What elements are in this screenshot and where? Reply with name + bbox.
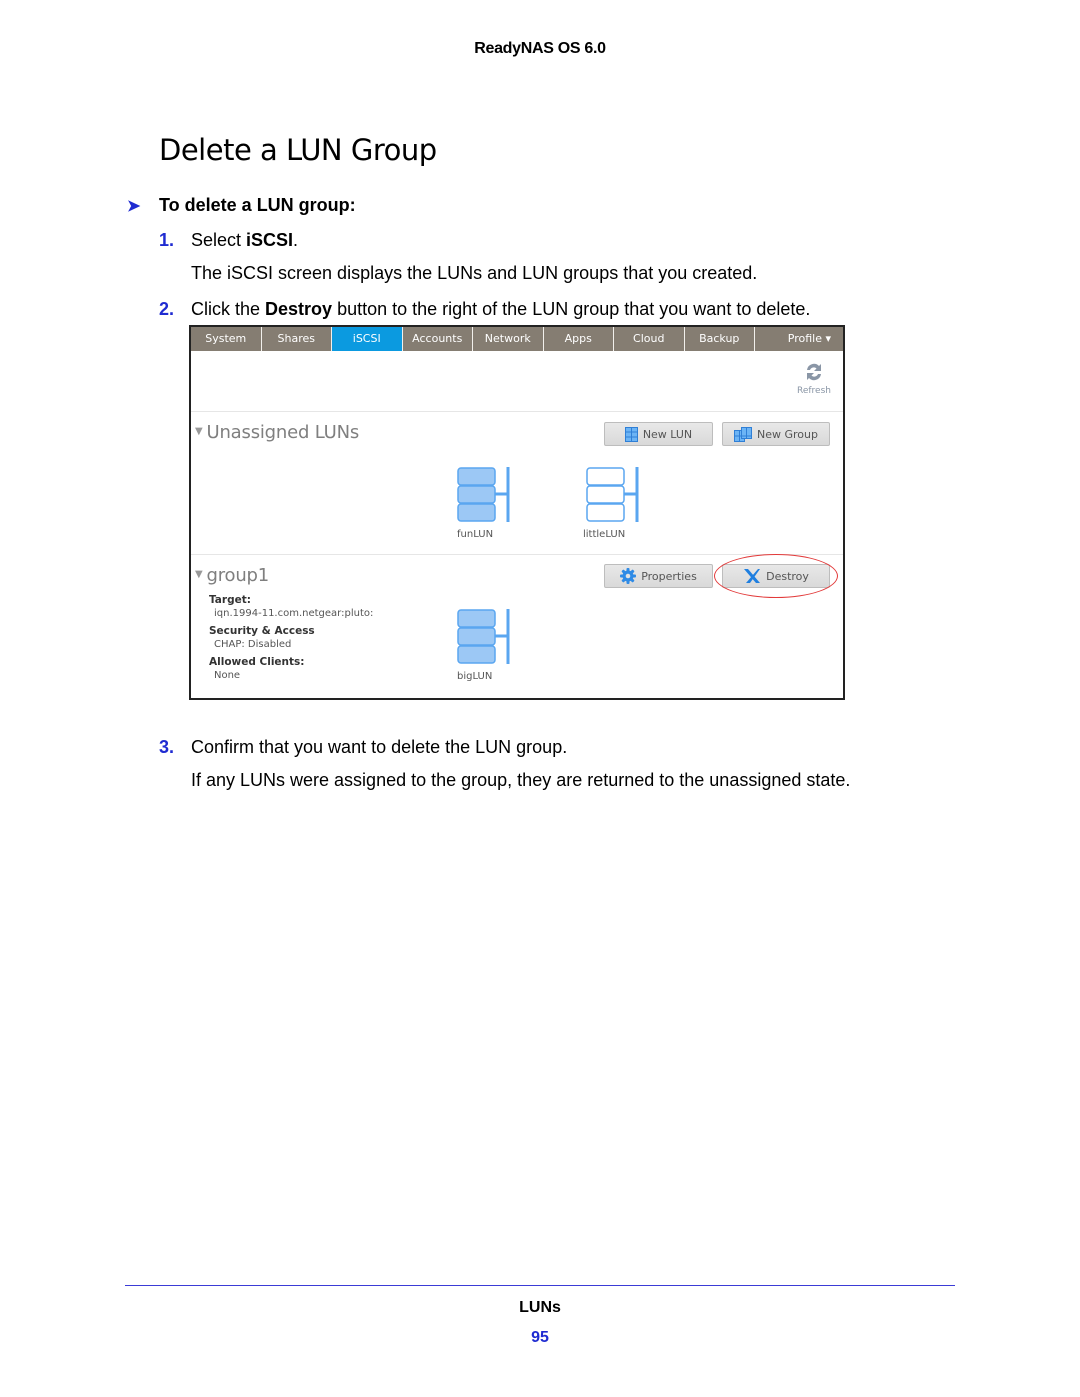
tab-system[interactable]: System [191, 327, 262, 351]
lun-disk-icon [457, 467, 510, 522]
toolbar: Refresh [191, 351, 843, 412]
lun-name: funLUN [457, 529, 494, 540]
tab-backup[interactable]: Backup [685, 327, 755, 351]
security-value: CHAP: Disabled [214, 639, 292, 650]
allowed-clients-label: Allowed Clients: [209, 656, 305, 668]
group-details: Target: iqn.1994-11.com.netgear:pluto: S… [209, 593, 373, 689]
step-3-paragraph: If any LUNs were assigned to the group, … [191, 770, 851, 790]
security-label: Security & Access [209, 625, 315, 637]
lun-item-biglun[interactable]: bigLUN [457, 609, 513, 682]
procedure-heading: ➤ To delete a LUN group: [127, 195, 356, 216]
step-1-paragraph: The iSCSI screen displays the LUNs and L… [191, 263, 758, 283]
lun-name: littleLUN [583, 529, 626, 540]
properties-button[interactable]: Properties [604, 564, 713, 588]
step-number: 2. [159, 299, 175, 319]
target-value: iqn.1994-11.com.netgear:pluto: [214, 608, 374, 619]
step-bold-text: iSCSI [246, 230, 294, 250]
target-label: Target: [209, 594, 251, 606]
page-number: 95 [531, 1329, 549, 1346]
running-header: ReadyNAS OS 6.0 [474, 40, 606, 57]
tab-accounts[interactable]: Accounts [403, 327, 473, 351]
step-3: 3. Confirm that you want to delete the LU… [159, 737, 567, 758]
new-group-label: New Group [757, 427, 818, 441]
tab-cloud[interactable]: Cloud [614, 327, 685, 351]
new-group-button[interactable]: New Group [722, 422, 830, 446]
lun-item-littlelun[interactable]: littleLUN [583, 467, 639, 540]
section-title: Delete a LUN Group [159, 133, 437, 167]
lun-item-funlun[interactable]: funLUN [457, 467, 513, 540]
step-text: Select [191, 230, 247, 250]
unassigned-luns-title: Unassigned LUNs [206, 422, 360, 443]
tab-iscsi[interactable]: iSCSI [332, 327, 403, 351]
tab-shares[interactable]: Shares [262, 327, 332, 351]
step-text: Confirm that you want to delete the LUN … [191, 737, 568, 757]
footer-chapter: LUNs [519, 1299, 561, 1316]
lun-disk-icon [586, 467, 639, 522]
step-2: 2. Click the Destroy button to the right … [159, 299, 810, 320]
lun-disk-icon [457, 609, 510, 664]
lun-group-icon [734, 426, 752, 442]
tab-apps[interactable]: Apps [544, 327, 614, 351]
step-text: . [293, 230, 299, 250]
refresh-icon [807, 363, 821, 381]
properties-label: Properties [641, 569, 697, 583]
group1-header[interactable]: ▼ group1 [195, 565, 269, 586]
allowed-clients-value: None [214, 670, 241, 681]
step-bold-text: Destroy [265, 299, 333, 319]
new-lun-label: New LUN [642, 427, 693, 441]
step-text: Click the [191, 299, 266, 319]
refresh-label: Refresh [797, 386, 831, 396]
lun-grid-icon [624, 426, 638, 442]
unassigned-luns-header[interactable]: ▼ Unassigned LUNs [195, 422, 359, 443]
gear-icon [620, 568, 637, 584]
step-text: button to the right of the LUN group tha… [332, 299, 811, 319]
step-1: 1. Select iSCSI. [159, 230, 298, 251]
group1-title: group1 [206, 565, 270, 586]
step-number: 1. [159, 230, 175, 250]
lun-name: bigLUN [457, 671, 493, 682]
collapse-triangle-icon[interactable]: ▼ [195, 569, 203, 580]
step-number: 3. [159, 737, 175, 757]
footer-divider [125, 1285, 955, 1286]
new-lun-button[interactable]: New LUN [604, 422, 713, 446]
refresh-button[interactable]: Refresh [797, 361, 831, 396]
unassigned-luns-section: ▼ Unassigned LUNs New LUN New Group funLU… [191, 412, 843, 555]
procedure-heading-text: To delete a LUN group: [159, 195, 356, 215]
arrow-right-icon: ➤ [127, 198, 141, 215]
main-nav: System Shares iSCSI Accounts Network App… [191, 327, 843, 351]
iscsi-screenshot: System Shares iSCSI Accounts Network App… [189, 325, 845, 700]
destroy-highlight-circle [714, 554, 838, 598]
collapse-triangle-icon[interactable]: ▼ [195, 426, 203, 437]
tab-profile[interactable]: Profile ▾ [755, 327, 843, 351]
tab-network[interactable]: Network [473, 327, 544, 351]
